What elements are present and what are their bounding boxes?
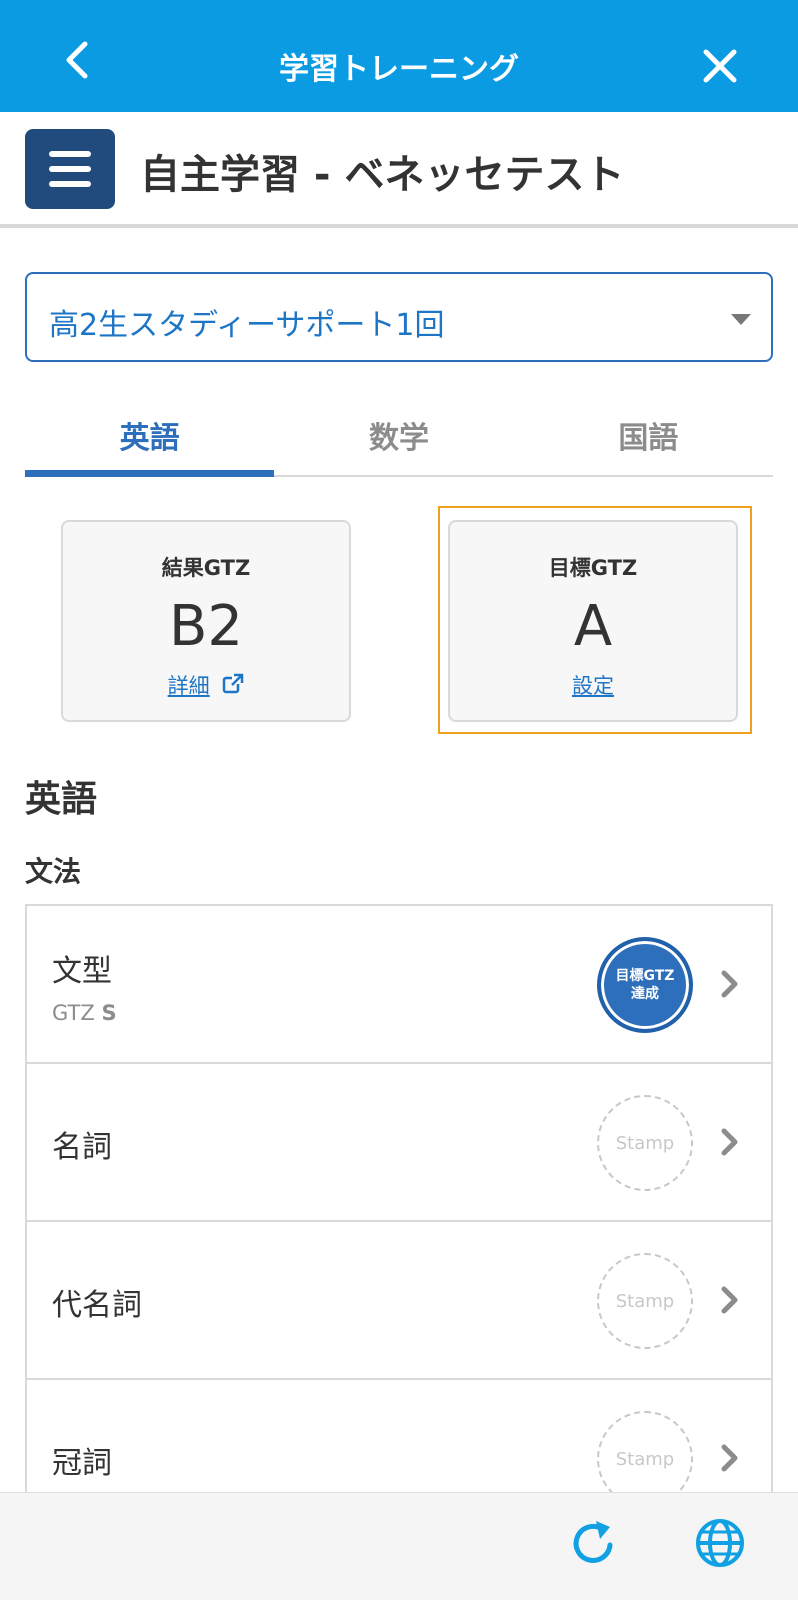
close-icon bbox=[703, 49, 737, 83]
stamp-placeholder: Stamp bbox=[597, 1095, 693, 1191]
result-gtz-value: B2 bbox=[168, 594, 244, 659]
test-select-value: 高2生スタディーサポート1回 bbox=[49, 308, 445, 343]
bottom-toolbar bbox=[0, 1492, 798, 1600]
chevron-right-icon bbox=[715, 969, 745, 999]
result-gtz-label: 結果GTZ bbox=[161, 556, 251, 580]
close-button[interactable] bbox=[694, 40, 746, 92]
language-button[interactable] bbox=[692, 1515, 748, 1571]
result-detail-link[interactable]: 詳細 bbox=[63, 670, 349, 700]
chevron-right-icon bbox=[715, 1443, 745, 1473]
goal-gtz-value: A bbox=[573, 594, 613, 659]
list-item[interactable]: 代名詞 Stamp bbox=[27, 1222, 771, 1380]
test-select[interactable]: 高2生スタディーサポート1回 bbox=[25, 272, 773, 362]
stamp-placeholder: Stamp bbox=[597, 1253, 693, 1349]
list-item-name: 代名詞 bbox=[52, 1288, 142, 1323]
reload-button[interactable] bbox=[566, 1515, 622, 1571]
list-item[interactable]: 名詞 Stamp bbox=[27, 1064, 771, 1222]
section-title: 英語 bbox=[25, 779, 98, 820]
reload-icon bbox=[573, 1521, 613, 1563]
chevron-right-icon bbox=[715, 1285, 745, 1315]
goal-gtz-label: 目標GTZ bbox=[548, 556, 638, 580]
page-title: 自主学習 - ベネッセテスト bbox=[140, 152, 625, 198]
tab-english[interactable]: 英語 bbox=[25, 395, 275, 477]
globe-icon bbox=[696, 1519, 744, 1567]
goal-gtz-card: 目標GTZ A 設定 bbox=[448, 520, 738, 722]
caret-down-icon bbox=[731, 314, 751, 325]
list-item-name: 冠詞 bbox=[52, 1446, 112, 1481]
section-subtitle: 文法 bbox=[25, 855, 82, 888]
list-item-name: 文型 bbox=[52, 954, 112, 989]
menu-button[interactable] bbox=[25, 129, 115, 209]
tab-japanese[interactable]: 国語 bbox=[524, 395, 773, 475]
app-title: 学習トレーニング bbox=[279, 52, 519, 87]
goal-setting-link[interactable]: 設定 bbox=[450, 670, 736, 700]
achieved-stamp: 目標GTZ 達成 bbox=[597, 937, 693, 1033]
tab-math[interactable]: 数学 bbox=[274, 395, 523, 475]
hamburger-menu-icon bbox=[49, 151, 91, 157]
list-item-gtz: GTZ S bbox=[52, 1001, 117, 1025]
goal-setting-link-label: 設定 bbox=[572, 674, 614, 698]
external-link-icon bbox=[223, 673, 244, 694]
result-detail-link-label: 詳細 bbox=[167, 674, 210, 698]
subject-tabs: 英語 数学 国語 bbox=[25, 395, 773, 477]
chevron-right-icon bbox=[715, 1127, 745, 1157]
result-gtz-card: 結果GTZ B2 詳細 bbox=[61, 520, 351, 722]
list-item[interactable]: 文型 GTZ S 目標GTZ 達成 bbox=[27, 906, 771, 1064]
list-item-name: 名詞 bbox=[52, 1130, 112, 1165]
page-header: 自主学習 - ベネッセテスト bbox=[0, 112, 798, 228]
grammar-list: 文型 GTZ S 目標GTZ 達成 名詞 Stamp 代名詞 Stamp 冠詞 … bbox=[25, 904, 773, 1538]
top-app-bar: 学習トレーニング bbox=[0, 0, 798, 112]
